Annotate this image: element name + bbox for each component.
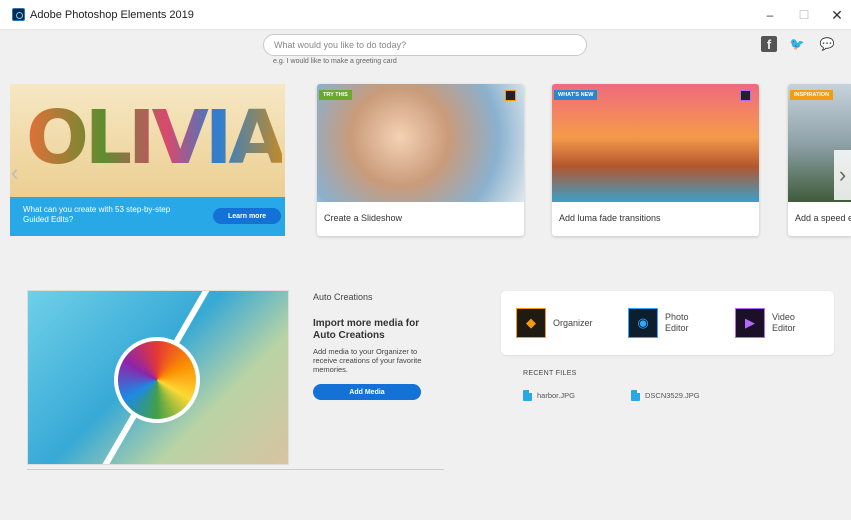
card-luma-fade[interactable]: WHAT'S NEW Add luma fade transitions — [552, 84, 759, 236]
hero-text: What can you create with 53 step-by-step… — [23, 205, 171, 224]
card-badge: WHAT'S NEW — [554, 90, 598, 100]
photo-editor-button[interactable]: ◉ Photo Editor — [628, 307, 705, 339]
carousel-prev-icon[interactable]: ‹ — [11, 160, 18, 186]
card-badge: TRY THIS — [319, 90, 352, 100]
learn-more-button[interactable]: Learn more — [213, 208, 281, 224]
hero-image: OLIVIA — [10, 84, 285, 197]
search-input[interactable] — [264, 35, 586, 55]
card-badge: INSPIRATION — [790, 90, 834, 100]
card-corner-icon — [505, 90, 516, 101]
card-create-slideshow[interactable]: TRY THIS Create a Slideshow — [317, 84, 524, 236]
add-media-button[interactable]: Add Media — [313, 384, 421, 400]
photo-editor-icon: ◉ — [628, 308, 658, 338]
olivia-artwork: OLIVIA — [26, 95, 285, 181]
auto-creations-title: Import more media for Auto Creations — [313, 318, 420, 341]
video-editor-icon: ▶ — [735, 308, 765, 338]
close-button[interactable]: ✕ — [823, 4, 851, 26]
facebook-icon[interactable]: f — [761, 36, 777, 52]
video-editor-button[interactable]: ▶ Video Editor — [735, 307, 812, 339]
carousel-next-icon[interactable]: › — [834, 150, 851, 200]
title-bar: Adobe Photoshop Elements 2019 – ☐ ✕ — [0, 0, 851, 30]
auto-creations-description: Add media to your Organizer to receive c… — [313, 347, 422, 374]
card-corner-icon — [740, 90, 751, 101]
recent-file-item[interactable]: DSCN3529.JPG — [631, 389, 700, 401]
card-label: Add luma fade transitions — [559, 213, 661, 223]
organizer-icon: ◆ — [516, 308, 546, 338]
feedback-icon[interactable]: 💬 — [819, 36, 835, 52]
app-logo-icon — [12, 8, 25, 21]
auto-creations-label: Auto Creations — [313, 292, 373, 302]
search-hint: e.g. I would like to make a greeting car… — [273, 58, 397, 65]
app-launcher: ◆ Organizer ◉ Photo Editor ▶ Video Edito… — [501, 291, 834, 355]
app-name: Photo Editor — [665, 312, 689, 333]
minimize-button[interactable]: – — [756, 4, 784, 26]
umbrella-photo — [114, 337, 200, 423]
app-name: Video Editor — [772, 312, 796, 333]
search-box — [263, 34, 587, 56]
organizer-button[interactable]: ◆ Organizer — [516, 307, 593, 339]
recent-file-item[interactable]: harbor.JPG — [523, 389, 575, 401]
card-image — [317, 84, 524, 202]
image-file-icon — [523, 389, 532, 401]
maximize-button[interactable]: ☐ — [790, 4, 818, 26]
guided-edits-hero[interactable]: OLIVIA What can you create with 53 step-… — [10, 84, 285, 236]
card-label: Add a speed e — [795, 213, 851, 223]
twitter-icon[interactable]: 🐦 — [789, 36, 805, 52]
window-title: Adobe Photoshop Elements 2019 — [30, 9, 194, 21]
recent-files-heading: RECENT FILES — [523, 370, 577, 377]
file-name: DSCN3529.JPG — [645, 390, 700, 400]
app-name: Organizer — [553, 317, 593, 328]
auto-creations-image — [27, 290, 289, 465]
card-label: Create a Slideshow — [324, 213, 403, 223]
divider — [27, 469, 444, 470]
card-image — [552, 84, 759, 202]
image-file-icon — [631, 389, 640, 401]
file-name: harbor.JPG — [537, 390, 575, 400]
